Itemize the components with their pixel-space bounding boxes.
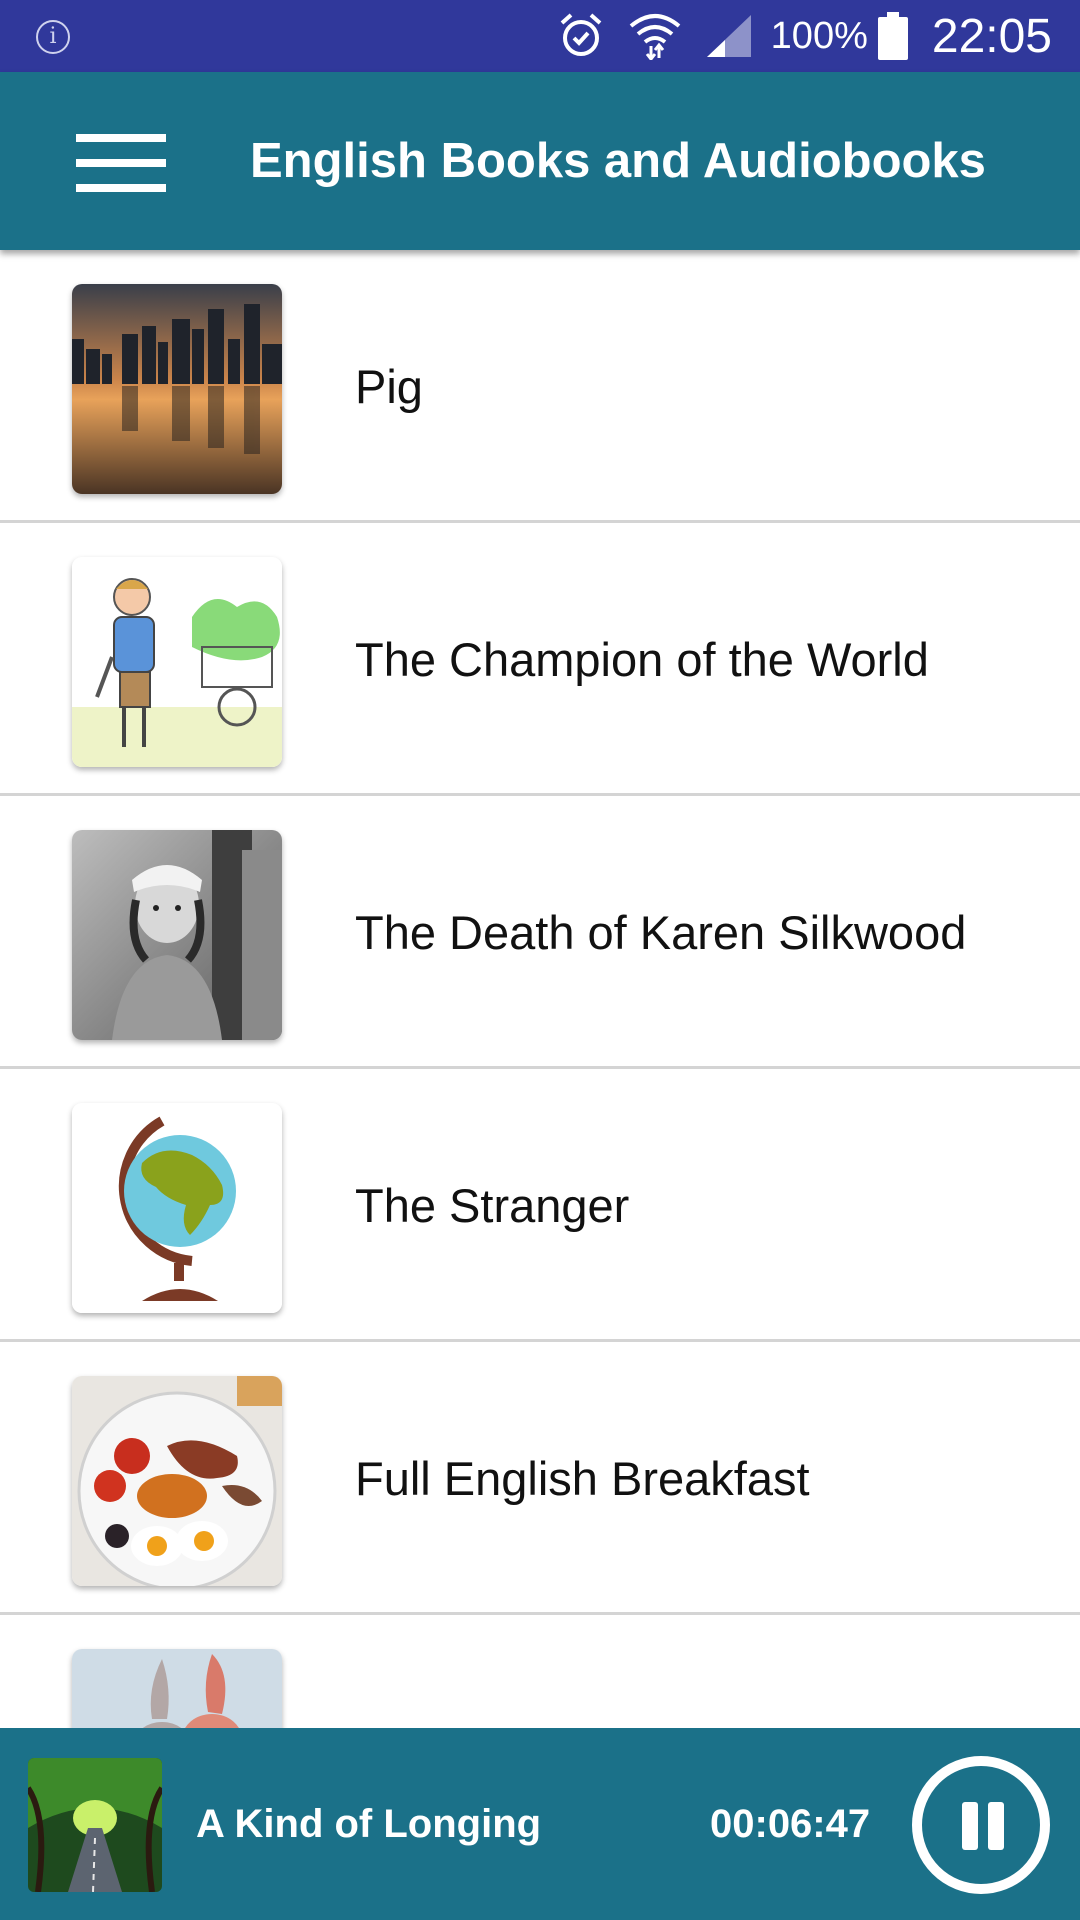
wifi-icon	[629, 14, 680, 60]
battery-percentage: 100%	[770, 14, 868, 57]
book-list-item[interactable]: The Stranger	[0, 1069, 1080, 1342]
book-title: Pig	[355, 360, 423, 413]
book-thumbnail-rabbit	[72, 1649, 282, 1728]
book-thumbnail-breakfast	[72, 1376, 282, 1586]
pause-icon[interactable]	[912, 1756, 1050, 1894]
signal-icon	[706, 15, 751, 57]
book-list[interactable]: Pig The Champion of the World The Death …	[0, 250, 1080, 1728]
status-icons: 100% 22:05	[559, 0, 1052, 72]
book-thumbnail-illustration-boy	[72, 557, 282, 767]
now-playing-title: A Kind of Longing	[196, 1802, 542, 1846]
hamburger-menu-icon[interactable]	[76, 134, 166, 192]
book-title: The Champion of the World	[355, 633, 929, 686]
book-list-item[interactable]: The Champion of the World	[0, 523, 1080, 796]
book-list-item[interactable]: The Death of Karen Silkwood	[0, 796, 1080, 1069]
book-list-item[interactable]: Full English Breakfast	[0, 1342, 1080, 1615]
app-bar: English Books and Audiobooks	[0, 72, 1080, 250]
status-bar: i 100% 22:05	[0, 0, 1080, 72]
app-title: English Books and Audiobooks	[250, 134, 986, 188]
info-icon: i	[36, 20, 70, 54]
book-title: The Death of Karen Silkwood	[355, 906, 967, 959]
battery-icon	[877, 12, 908, 60]
status-time: 22:05	[931, 9, 1052, 63]
book-list-item[interactable]: The Tale of Brer Rabbit and the	[0, 1615, 1080, 1728]
book-thumbnail-portrait	[72, 830, 282, 1040]
now-playing-bar[interactable]: A Kind of Longing 00:06:47	[0, 1728, 1080, 1920]
book-title: Full English Breakfast	[355, 1452, 810, 1505]
book-title: The Tale of Brer Rabbit and the	[355, 1615, 1007, 1728]
alarm-icon	[560, 13, 602, 56]
book-thumbnail-city-skyline	[72, 284, 282, 494]
book-title: The Stranger	[355, 1179, 630, 1232]
book-list-item[interactable]: Pig	[0, 250, 1080, 523]
now-playing-elapsed-time: 00:06:47	[710, 1802, 871, 1846]
globe-icon	[72, 1103, 282, 1313]
player-thumbnail-tree-road	[28, 1758, 162, 1892]
